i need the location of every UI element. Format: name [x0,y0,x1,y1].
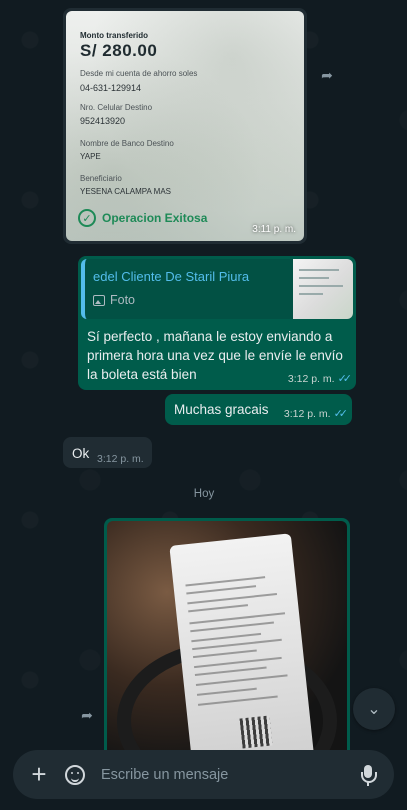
sticker-button[interactable] [57,757,93,793]
quoted-thumbnail [293,259,353,319]
double-check-icon: ✓✓ [337,373,353,385]
receipt-beneficiary-value: YESENA CALAMPA MAS [80,187,171,196]
quoted-message[interactable]: edel Cliente De Staril Piura Foto [81,259,353,319]
double-check-icon: ✓✓ [333,408,349,420]
message-text: Muchas gracais [174,402,269,417]
check-circle-icon: ✓ [78,209,96,227]
qr-code [239,715,273,749]
receipt-from-value: 04-631-129914 [80,83,142,93]
sticker-icon [65,764,85,785]
receipt-status-text: Operacion Exitosa [102,211,208,225]
incoming-message[interactable]: Ok 3:12 p. m. [63,437,152,468]
receipt-amount: S/ 280.00 [80,41,158,60]
message-time: 3:12 p. m. [97,453,144,465]
message-input[interactable]: Escribe un mensaje [101,767,350,783]
photo-icon [93,294,105,306]
mic-icon[interactable] [350,757,386,793]
scroll-down-button[interactable]: ⌄ [353,688,395,730]
forward-icon[interactable]: ➦ [74,702,100,728]
outgoing-reply-message[interactable]: edel Cliente De Staril Piura Foto Sí per… [78,256,356,390]
receipt-bank-value: YAPE [80,152,101,161]
message-time: 3:11 p. m. [252,224,296,235]
receipt-image[interactable]: Monto transferido S/ 280.00 Desde mi cue… [66,11,304,241]
receipt-status: ✓ Operacion Exitosa [78,209,207,227]
message-meta: 3:12 p. m. ✓✓ [287,372,353,386]
quoted-type: Foto [93,293,135,307]
forward-icon[interactable]: ➦ [314,62,340,88]
receipt-beneficiary-label: Beneficiario [80,174,122,183]
message-composer: + Escribe un mensaje [13,750,394,799]
quoted-type-label: Foto [110,293,136,307]
receipt-photo[interactable] [107,521,347,758]
receipt-image-message[interactable]: Monto transferido S/ 280.00 Desde mi cue… [63,8,307,244]
receipt-phone-value: 952413920 [80,116,126,126]
chat-area[interactable]: Monto transferido S/ 280.00 Desde mi cue… [0,0,407,810]
message-time: 3:12 p. m. [283,407,331,420]
receipt-from-label: Desde mi cuenta de ahorro soles [80,69,198,78]
receipt-title: Monto transferido [80,31,148,40]
outgoing-message[interactable]: Muchas gracais 3:12 p. m. ✓✓ [165,394,352,425]
chevron-down-icon: ⌄ [367,701,381,718]
message-meta: 3:12 p. m. ✓✓ [283,407,349,421]
message-time: 3:12 p. m. [287,372,335,385]
message-text: Ok [72,446,90,461]
photo-message[interactable] [104,518,350,758]
plus-icon[interactable]: + [21,757,57,793]
receipt-bank-label: Nombre de Banco Destino [80,139,174,148]
receipt-phone-label: Nro. Celular Destino [80,103,153,112]
quoted-author: edel Cliente De Staril Piura [93,269,250,284]
date-divider: Hoy [193,488,215,500]
